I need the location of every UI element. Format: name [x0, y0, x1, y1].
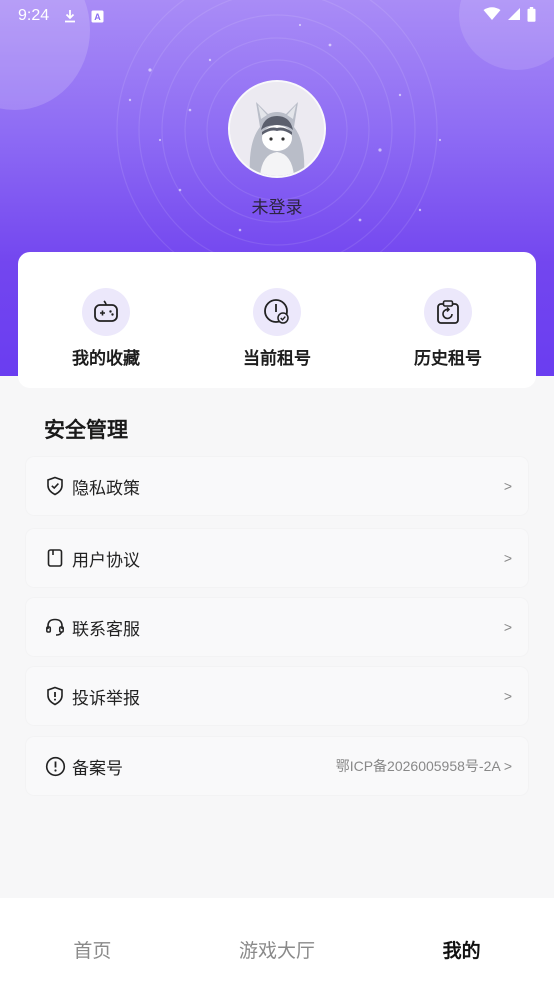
quick-actions-card: 我的收藏 当前租号 历史租号: [18, 252, 536, 388]
menu-item-label: 联系客服: [72, 619, 140, 640]
menu-item-label: 用户协议: [72, 550, 140, 571]
status-bar: 9:24 A: [0, 0, 554, 32]
avatar[interactable]: [228, 80, 326, 178]
clock-check-icon: [253, 288, 301, 336]
menu-item-complaint-report[interactable]: 投诉举报 >: [26, 667, 528, 725]
quick-action-current-rental[interactable]: 当前租号: [207, 252, 347, 388]
cat-hood-avatar-icon: [230, 82, 324, 176]
bottom-nav: 首页 游戏大厅 我的: [0, 898, 554, 984]
quick-action-label: 当前租号: [243, 349, 311, 369]
menu-item-privacy-policy[interactable]: 隐私政策 >: [26, 457, 528, 515]
signal-icon: [507, 7, 521, 25]
quick-action-label: 历史租号: [414, 349, 482, 369]
nav-tab-home[interactable]: 首页: [0, 898, 185, 984]
info-circle-icon: [44, 755, 66, 777]
menu-item-label: 隐私政策: [72, 478, 140, 499]
headset-icon: [44, 616, 66, 638]
chevron-right: >: [503, 550, 512, 566]
chevron-right: >: [503, 619, 512, 635]
chevron-right: >: [503, 478, 512, 494]
nav-tab-game-hall[interactable]: 游戏大厅: [185, 898, 370, 984]
shield-alert-icon: [44, 685, 66, 707]
quick-action-favorites[interactable]: 我的收藏: [36, 252, 176, 388]
icp-record-number: 鄂ICP备2026005958号-2A >: [335, 758, 512, 774]
clipboard-refresh-icon: [424, 288, 472, 336]
menu-item-user-agreement[interactable]: 用户协议 >: [26, 529, 528, 587]
shield-check-icon: [44, 475, 66, 497]
download-icon: [63, 9, 77, 23]
battery-icon: [527, 6, 536, 26]
login-status-text[interactable]: 未登录: [0, 193, 554, 218]
profile-page: 9:24 A 未登录 我的收藏 当前租号 历史租号 安全管理 隐私政策 > 用户…: [0, 0, 554, 984]
gamepad-icon: [82, 288, 130, 336]
quick-action-label: 我的收藏: [72, 349, 140, 369]
wifi-icon: [483, 7, 501, 25]
menu-item-label: 投诉举报: [72, 688, 140, 709]
status-time: 9:24: [18, 7, 50, 24]
keyboard-a-icon: A: [91, 10, 104, 23]
svg-text:A: A: [94, 12, 101, 22]
chevron-right: >: [503, 688, 512, 704]
section-title: 安全管理: [44, 418, 128, 442]
quick-action-history[interactable]: 历史租号: [378, 252, 518, 388]
menu-item-customer-service[interactable]: 联系客服 >: [26, 598, 528, 656]
nav-tab-mine[interactable]: 我的: [369, 898, 554, 984]
document-icon: [44, 547, 66, 569]
menu-item-label: 备案号: [72, 758, 123, 779]
menu-item-icp-record[interactable]: 备案号 鄂ICP备2026005958号-2A >: [26, 737, 528, 795]
